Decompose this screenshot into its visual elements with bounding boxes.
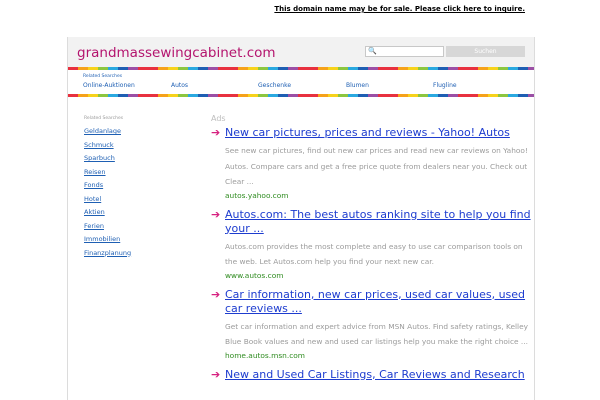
ad-description: Autos.com provides the most complete and… <box>225 241 523 267</box>
ad-item: ➔ Autos.com: The best autos ranking site… <box>211 208 531 282</box>
sidebar-item-finanzplanung[interactable]: Finanzplanung <box>84 247 131 261</box>
search-icon: 🔍 <box>368 47 377 55</box>
ad-url[interactable]: www.autos.com <box>225 270 531 282</box>
ad-item: ➔ New and Used Car Listings, Car Reviews… <box>211 368 531 382</box>
arrow-icon: ➔ <box>211 126 221 139</box>
ad-item: ➔ New car pictures, prices and reviews -… <box>211 126 531 202</box>
ad-url[interactable]: autos.yahoo.com <box>225 190 531 202</box>
search-input[interactable]: 🔍 <box>365 46 444 57</box>
sidebar-item-aktien[interactable]: Aktien <box>84 206 131 220</box>
related-bar-title: Related Searches <box>83 74 123 79</box>
related-item-flugline[interactable]: Flugline <box>433 82 457 89</box>
arrow-icon: ➔ <box>211 207 221 221</box>
sidebar-item-reisen[interactable]: Reisen <box>84 166 131 180</box>
related-item-geschenke[interactable]: Geschenke <box>258 82 291 89</box>
ad-title-link[interactable]: Autos.com: The best autos ranking site t… <box>225 208 531 236</box>
arrow-icon: ➔ <box>211 287 221 301</box>
sidebar-item-geldanlage[interactable]: Geldanlage <box>84 125 131 139</box>
ads-list: Ads ➔ New car pictures, prices and revie… <box>211 114 531 388</box>
ad-title-link[interactable]: Car information, new car prices, used ca… <box>225 288 531 316</box>
arrow-icon: ➔ <box>211 367 221 381</box>
related-searches-bar: Related Searches Online-Auktionen Autos … <box>68 70 534 94</box>
ad-url[interactable]: home.autos.msn.com <box>225 350 531 362</box>
ad-description: Get car information and expert advice fr… <box>225 321 529 347</box>
color-stripe-bottom <box>68 94 534 97</box>
ad-item: ➔ Car information, new car prices, used … <box>211 288 531 362</box>
sidebar-item-sparbuch[interactable]: Sparbuch <box>84 152 131 166</box>
sidebar-item-schmuck[interactable]: Schmuck <box>84 139 131 153</box>
ad-title-link[interactable]: New and Used Car Listings, Car Reviews a… <box>225 368 531 382</box>
top-notice-bar: This domain name may be for sale. Please… <box>0 0 600 22</box>
ad-description: See new car pictures, find out new car p… <box>225 146 528 186</box>
site-title[interactable]: grandmassewingcabinet.com <box>77 45 276 61</box>
domain-sale-link[interactable]: This domain name may be for sale. Please… <box>274 5 525 13</box>
ads-label: Ads <box>211 114 226 123</box>
sidebar-item-ferien[interactable]: Ferien <box>84 220 131 234</box>
sidebar-title: Related Searches <box>84 116 124 121</box>
sidebar-item-immobilien[interactable]: Immobilien <box>84 233 131 247</box>
sidebar-item-hotel[interactable]: Hotel <box>84 193 131 207</box>
search-button[interactable]: Suchen <box>446 46 525 57</box>
sidebar-item-fonds[interactable]: Fonds <box>84 179 131 193</box>
related-item-online-auktionen[interactable]: Online-Auktionen <box>83 82 135 89</box>
sidebar: Related Searches Geldanlage Schmuck Spar… <box>84 116 131 260</box>
page-frame: grandmassewingcabinet.com 🔍 Suchen Relat… <box>67 37 535 400</box>
related-item-autos[interactable]: Autos <box>171 82 188 89</box>
ad-title-link[interactable]: New car pictures, prices and reviews - Y… <box>225 126 531 140</box>
header: grandmassewingcabinet.com 🔍 Suchen <box>68 37 534 67</box>
related-item-blumen[interactable]: Blumen <box>346 82 369 89</box>
